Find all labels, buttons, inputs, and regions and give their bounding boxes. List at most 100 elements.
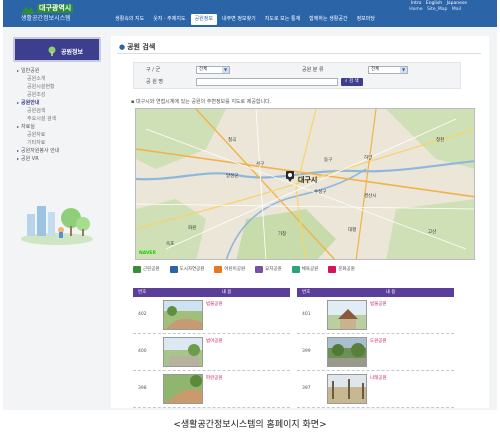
sidebar-illustration [21,206,93,245]
sidebar-item-volunteer[interactable]: 공원자원봉사 안내 [17,147,101,155]
park-name-link[interactable]: 범물공원 [206,301,223,307]
row-number: 400 [138,349,147,354]
map-place-label: 서구 [256,162,265,167]
gnb-item-together[interactable]: 함께하는 생활공간 [305,14,351,25]
sidebar-item-park-search[interactable]: 공원검색 [17,107,101,115]
logo[interactable]: 대구광역시 생활공간정보시스템 [21,3,105,24]
util-link-english[interactable]: English [426,1,442,6]
row-number: 398 [138,386,147,391]
results-table-header: 번호 내 용 [133,288,290,297]
page-title: ● 공원 검색 [119,42,155,52]
utility-links: Intro English Japanese [408,1,467,6]
legend-item[interactable]: 도시자연공원 [169,264,204,274]
category-select[interactable]: 전체 ▼ [368,66,408,74]
map-place-label: 칠곡 [228,138,237,143]
row-number: 399 [302,349,311,354]
col-content-header: 내 용 [385,290,396,295]
gnb-item-park-info[interactable]: 공원정보 [190,14,217,25]
tree-icon [48,46,56,56]
sidebar-item-facility-status[interactable]: 공원시설현황 [17,83,101,91]
figure-caption: <생활공간정보시스템의 홈페이지 화면> [173,420,327,430]
sidebar-item-park-data[interactable]: 공원자료 [17,131,101,139]
map-place-label: 달성군 [226,174,239,179]
table-row[interactable]: 401 범물공원 [297,297,454,334]
table-row[interactable]: 398 파란공원 [133,371,290,408]
park-thumbnail[interactable] [163,374,203,404]
legend-item[interactable]: 어린이공원 [214,264,245,274]
sidebar-item-facility-search[interactable]: 주요시설 검색 [17,115,101,123]
util-link-home[interactable]: Home [409,7,422,12]
legend-label: 문화공원 [338,267,355,272]
district-label: 구 / 군 [146,67,161,73]
results-table-header: 번호 내 용 [297,288,454,297]
notice-message: 대구시와 연접시계에 있는 공원의 주변정보를 지도로 제공합니다. [135,99,272,105]
legend-label: 묘지공원 [265,267,282,272]
map-place-label: 옥포 [166,242,175,247]
park-thumbnail[interactable] [163,300,203,330]
table-row[interactable]: 399 도원공원 [297,334,454,371]
sidebar-item-park-creation[interactable]: 공원조성 [17,91,101,99]
park-name-link[interactable]: 파란공원 [206,375,223,381]
sidebar-item-park-guide[interactable]: 공원안내 [17,99,101,107]
legend-label: 체육공원 [301,267,319,272]
util-link-intro[interactable]: Intro [411,1,421,6]
sidebar-item-general-park[interactable]: 일반공원 [17,67,101,75]
col-number-header: 번호 [302,290,311,295]
table-row[interactable]: 402 범물공원 [133,297,290,334]
results-table-left: 번호 내 용 402 범물공원 400 범어공원 398 파란공원 [133,288,290,408]
park-icon [169,265,178,273]
legend-item[interactable]: 근린공원 [133,264,160,274]
park-icon [255,265,264,273]
park-name-link[interactable]: 도원공원 [370,338,387,344]
legend-item[interactable]: 문화공원 [328,264,355,274]
table-row[interactable]: 400 범어공원 [133,334,290,371]
row-number: 402 [138,312,147,317]
map-place-label: 수성구 [314,190,327,195]
park-name-link[interactable]: 범어공원 [206,338,223,344]
main-content: ● 공원 검색 구 / 군 전체 ▼ 공원 분 류 전체 ▼ 공 원 명 ⌕ 검 … [111,36,489,408]
sidebar-item-park-intro[interactable]: 공원소개 [17,75,101,83]
header: 대구광역시 생활공간정보시스템 Intro English Japanese H… [3,0,497,27]
logo-city-name: 대구광역시 [37,4,74,13]
gnb-item-statistics[interactable]: 지도로 보는 통계 [261,14,304,25]
legend-item[interactable]: 체육공원 [291,264,319,274]
row-number: 397 [302,386,311,391]
park-thumbnail[interactable] [163,337,203,367]
map-place-label: 대평 [348,228,357,233]
sidebar-item-park-vr[interactable]: 공원 VR [17,155,101,163]
gnb-item-life-map[interactable]: 생활속의 지도 [111,14,148,25]
legend-label: 근린공원 [143,267,160,272]
util-link-mail[interactable]: Mail [452,7,461,12]
sidebar-item-archive[interactable]: 자료실 [17,123,101,131]
legend-label: 어린이공원 [224,267,246,272]
park-thumbnail[interactable] [327,300,367,330]
util-link-sitemap[interactable]: Site_Map [427,7,447,12]
gnb-item-nearby[interactable]: 내주변 정보찾기 [218,14,260,25]
park-thumbnail[interactable] [327,374,367,404]
table-row[interactable]: 397 나래공원 [297,371,454,408]
gnb-item-theme-map[interactable]: 웃지 · 주제지도 [149,14,189,25]
global-nav: 생활속의 지도 웃지 · 주제지도 공원정보 내주변 정보찾기 지도로 보는 통… [111,14,379,25]
map-place-label: 경산시 [364,194,377,199]
park-thumbnail[interactable] [327,337,367,367]
search-button[interactable]: ⌕ 검 색 [341,78,363,86]
util-link-japanese[interactable]: Japanese [447,1,467,6]
park-name-link[interactable]: 범물공원 [370,301,387,307]
district-select[interactable]: 전체 ▼ [196,66,230,74]
legend-item[interactable]: 묘지공원 [255,264,282,274]
park-name-input[interactable] [196,78,338,86]
sidebar-item-other-data[interactable]: 기타자료 [17,139,101,147]
gnb-item-info[interactable]: 정보마당 [353,14,379,25]
sidebar-title: 공원정보 [61,49,84,56]
map-provider-logo: NAVER [139,251,156,256]
row-number: 401 [302,312,311,317]
park-map[interactable]: 칠곡 서구 달성군 동구 수성구 경산시 하양 청천 고산 화원 가창 옥포 대… [135,108,475,260]
search-form: 구 / 군 전체 ▼ 공원 분 류 전체 ▼ 공 원 명 ⌕ 검 색 [133,62,461,89]
utility-links-2: Home Site_Map Mail [406,7,461,12]
col-content-header: 내 용 [221,290,232,295]
sidebar-title-box: 공원정보 [13,37,101,62]
map-place-label: 청천 [436,138,445,143]
logo-mountain-icon [21,6,35,14]
park-name-link[interactable]: 나래공원 [370,375,387,381]
results-table-right: 번호 내 용 401 범물공원 399 도원공원 397 나래공원 [297,288,454,408]
